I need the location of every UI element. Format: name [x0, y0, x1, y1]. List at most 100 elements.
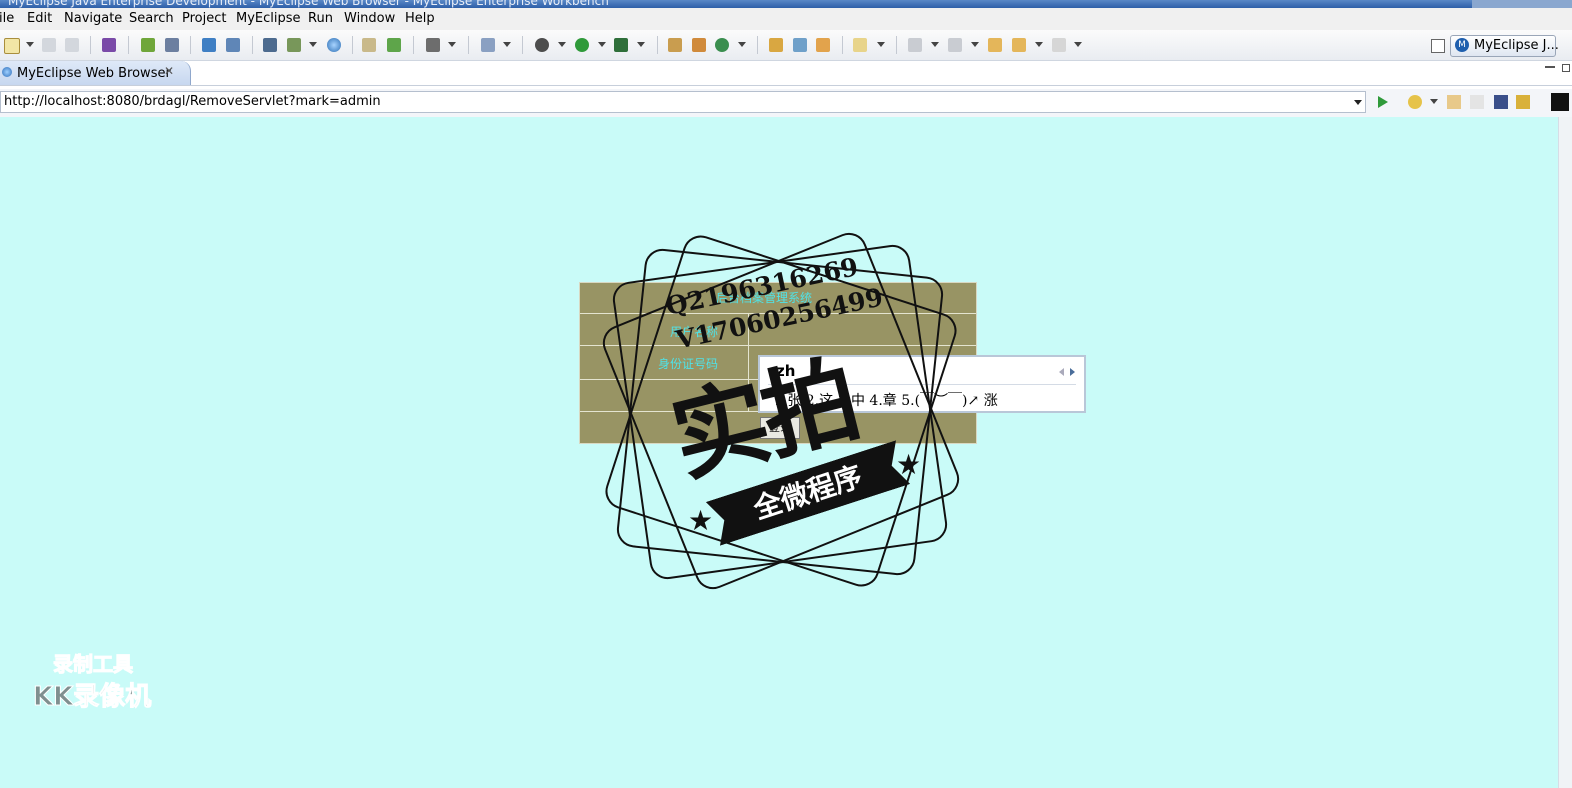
new-folder-icon[interactable]	[387, 38, 401, 52]
url-input[interactable]: http://localhost:8080/brdagl/RemoveServl…	[0, 91, 1366, 113]
toolbar-separator	[468, 36, 469, 54]
camera-dropdown-icon[interactable]	[448, 42, 456, 47]
menu-project[interactable]: Project	[182, 11, 226, 26]
myeclipse-icon: M	[1455, 38, 1469, 52]
menu-edit[interactable]: Edit	[27, 11, 52, 26]
toolbar-separator	[352, 36, 353, 54]
favorites-dropdown-icon[interactable]	[1430, 99, 1438, 104]
star-icon: ★	[896, 448, 922, 481]
search-icon[interactable]	[816, 38, 830, 52]
window-title-bar: MyEclipse Java Enterprise Development - …	[0, 0, 1572, 8]
open-type-icon[interactable]	[769, 38, 783, 52]
forward-icon[interactable]	[1052, 38, 1066, 52]
external-tools-icon[interactable]	[614, 38, 628, 52]
favorites-icon[interactable]	[1408, 95, 1422, 109]
open-task-icon[interactable]	[793, 38, 807, 52]
next-annotation-icon[interactable]	[908, 38, 922, 52]
server-dropdown-icon[interactable]	[309, 42, 317, 47]
maximize-icon[interactable]	[1562, 64, 1570, 72]
url-history-dropdown-icon[interactable]	[1354, 100, 1362, 105]
refresh-dropdown-icon[interactable]	[738, 42, 746, 47]
perspective-label: MyEclipse J...	[1474, 38, 1559, 53]
menu-bar: ile Edit Navigate Search Project MyEclip…	[0, 8, 1572, 30]
editor-tab-row: MyEclipse Web Browser ✕	[0, 61, 1572, 86]
menu-navigate[interactable]: Navigate	[64, 11, 122, 26]
server-config-icon[interactable]	[287, 38, 301, 52]
next-annotation-dropdown-icon[interactable]	[931, 42, 939, 47]
ime-prev-page-icon[interactable]	[1059, 368, 1064, 376]
open-file-icon[interactable]	[853, 38, 867, 52]
browser-address-row: http://localhost:8080/brdagl/RemoveServl…	[0, 89, 1572, 117]
run-dropdown-icon[interactable]	[598, 42, 606, 47]
reload-icon[interactable]	[1516, 95, 1530, 109]
camera-icon[interactable]	[426, 38, 440, 52]
menu-myeclipse[interactable]: MyEclipse	[236, 11, 301, 26]
main-toolbar: M MyEclipse J...	[0, 30, 1572, 61]
save-icon[interactable]	[42, 38, 56, 52]
tab-myeclipse-web-browser[interactable]: MyEclipse Web Browser ✕	[0, 61, 191, 85]
new-class-icon[interactable]	[668, 38, 682, 52]
wizard-icon[interactable]	[481, 38, 495, 52]
new-wizard-icon[interactable]	[4, 38, 20, 54]
external-tools-dropdown-icon[interactable]	[637, 42, 645, 47]
refresh-icon[interactable]	[715, 38, 729, 52]
toolbar-separator	[190, 36, 191, 54]
toolbar-separator	[252, 36, 253, 54]
toolbar-separator	[128, 36, 129, 54]
menu-file[interactable]: ile	[0, 11, 14, 26]
stop-icon[interactable]	[1494, 95, 1508, 109]
toolbar-separator	[413, 36, 414, 54]
toolbar-separator	[90, 36, 91, 54]
open-perspective-icon[interactable]	[1431, 39, 1445, 53]
recorder-watermark-line1: 录制工具	[53, 652, 134, 677]
close-icon[interactable]: ✕	[164, 64, 174, 78]
browser-back-icon[interactable]	[1447, 95, 1461, 109]
watermark-stamp: Q2196316269 V17060256499 实拍 全微程序 ★ ★	[590, 222, 970, 602]
toolbar-separator	[842, 36, 843, 54]
window-title: MyEclipse Java Enterprise Development - …	[8, 0, 609, 8]
debug-dropdown-icon[interactable]	[558, 42, 566, 47]
wizard-dropdown-icon[interactable]	[503, 42, 511, 47]
window-controls[interactable]	[1472, 0, 1572, 8]
tab-label: MyEclipse Web Browser	[17, 66, 171, 81]
new-package-icon[interactable]	[692, 38, 706, 52]
browser-forward-icon[interactable]	[1470, 95, 1484, 109]
run-icon[interactable]	[575, 38, 589, 52]
ime-next-page-icon[interactable]	[1070, 368, 1075, 376]
menu-run[interactable]: Run	[308, 11, 333, 26]
toolbar-separator	[896, 36, 897, 54]
server-stop-icon[interactable]	[226, 38, 240, 52]
recorder-watermark-line2: KK录像机	[32, 682, 152, 713]
star-icon: ★	[688, 504, 714, 537]
menu-search[interactable]: Search	[129, 11, 174, 26]
server-icon[interactable]	[202, 38, 216, 52]
toolbar-separator	[657, 36, 658, 54]
menu-help[interactable]: Help	[405, 11, 435, 26]
previous-annotation-dropdown-icon[interactable]	[971, 42, 979, 47]
open-file-dropdown-icon[interactable]	[877, 42, 885, 47]
deploy-icon[interactable]	[165, 38, 179, 52]
minimize-icon[interactable]	[1545, 66, 1555, 68]
print-icon[interactable]	[65, 38, 79, 52]
new-dropdown-icon[interactable]	[26, 42, 34, 47]
package-icon[interactable]	[102, 38, 116, 52]
toolbar-separator	[522, 36, 523, 54]
debug-icon[interactable]	[535, 38, 549, 52]
back-dropdown-icon[interactable]	[1035, 42, 1043, 47]
deploy-project-icon[interactable]	[263, 38, 277, 52]
last-edit-icon[interactable]	[988, 38, 1002, 52]
play-icon[interactable]	[1378, 96, 1388, 108]
perspective-switcher[interactable]: M MyEclipse J...	[1450, 35, 1559, 57]
forward-dropdown-icon[interactable]	[1074, 42, 1082, 47]
back-icon[interactable]	[1012, 38, 1026, 52]
recorder-watermark: 录制工具 KK录像机	[32, 648, 173, 713]
globe-icon	[2, 67, 12, 77]
browser-icon[interactable]	[327, 38, 341, 52]
toolbar-separator	[757, 36, 758, 54]
menu-window[interactable]: Window	[344, 11, 395, 26]
previous-annotation-icon[interactable]	[948, 38, 962, 52]
vertical-scrollbar[interactable]	[1558, 117, 1572, 788]
browser-menu-icon[interactable]	[1551, 93, 1569, 111]
open-folder-icon[interactable]	[362, 38, 376, 52]
bug-icon[interactable]	[141, 38, 155, 52]
